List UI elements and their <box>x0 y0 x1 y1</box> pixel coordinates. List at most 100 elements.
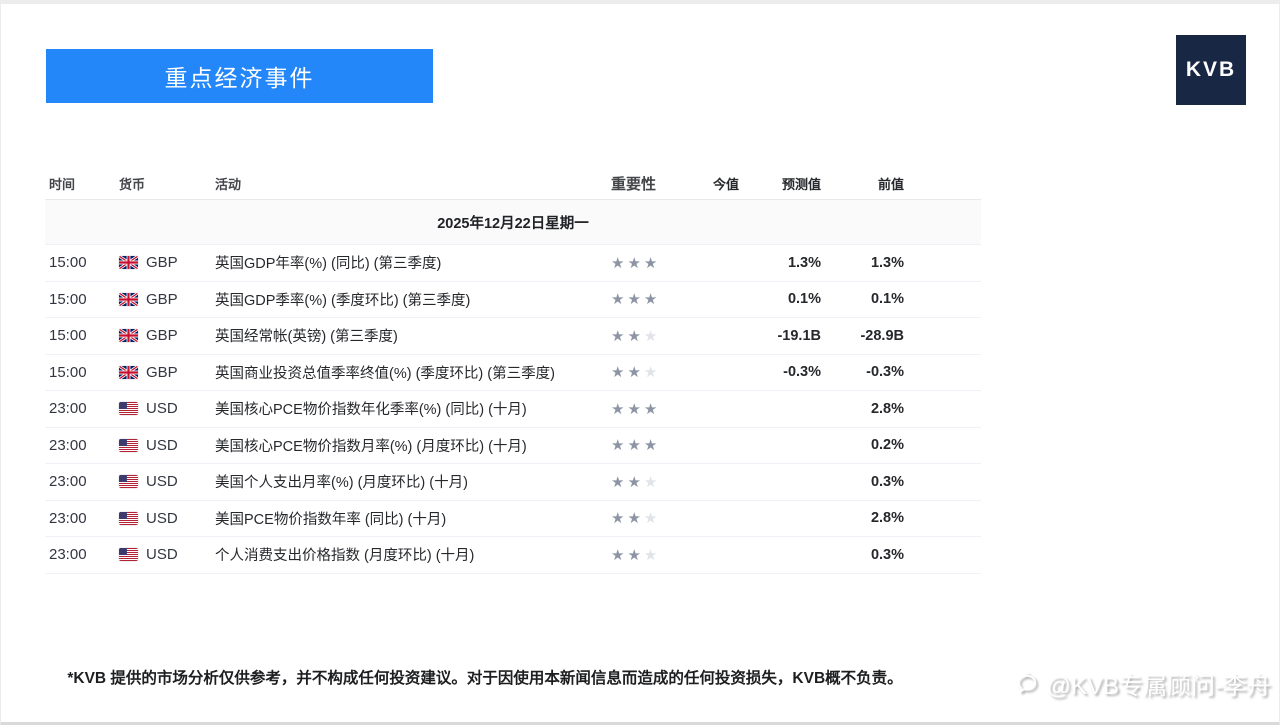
importance-stars: ★★★ <box>603 363 669 381</box>
event-activity: 美国PCE物价指数年率 (同比) (十月) <box>215 511 447 528</box>
star-filled-icon: ★ <box>627 254 644 272</box>
star-empty-icon: ★ <box>643 327 661 345</box>
event-currency: GBP <box>115 291 211 308</box>
currency-code: GBP <box>146 363 178 381</box>
importance-stars: ★★★ <box>603 509 669 527</box>
us-flag-icon <box>119 475 138 489</box>
uk-flag-icon <box>119 256 138 270</box>
star-filled-icon: ★ <box>611 473 628 491</box>
table-header-row: 时间 货币 活动 重要性 今值 预测值 前值 <box>45 168 981 200</box>
event-currency: USD <box>115 510 211 527</box>
currency-code: USD <box>146 473 178 491</box>
currency-code: GBP <box>146 254 178 272</box>
importance-stars: ★★★ <box>603 290 669 308</box>
table-row: 15:00 GBP 英国商业投资总值季率终值(%) (季度环比) (第三季度) ★★★… <box>45 355 981 391</box>
header-activity: 活动 <box>215 177 242 192</box>
event-currency: USD <box>115 546 211 563</box>
importance-stars: ★★★ <box>603 473 669 491</box>
watermark-app-icon <box>1014 671 1040 697</box>
us-flag-icon <box>119 548 138 562</box>
currency-code: USD <box>146 436 178 454</box>
star-filled-icon: ★ <box>611 254 628 272</box>
table-row: 15:00 GBP 英国GDP季率(%) (季度环比) (第三季度) ★★★ 0.1% 0… <box>45 282 981 318</box>
star-filled-icon: ★ <box>611 400 628 418</box>
header-actual: 今值 <box>712 177 739 192</box>
header-forecast: 预测值 <box>781 177 821 192</box>
watermark-text: @KVB专属顾问-李舟 <box>1046 673 1271 700</box>
table-row: 23:00 USD 美国核心PCE物价指数月率(%) (月度环比) (十月) ★★★ 0… <box>45 428 981 464</box>
currency-code: GBP <box>146 290 178 308</box>
event-currency: USD <box>115 437 211 454</box>
header-importance: 重要性 <box>611 176 657 193</box>
star-filled-icon: ★ <box>643 291 661 309</box>
table-body: 15:00 GBP 英国GDP年率(%) (同比) (第三季度) ★★★ 1.3% 1.3… <box>45 245 981 574</box>
star-filled-icon: ★ <box>643 254 661 272</box>
event-previous-value: 0.3% <box>870 473 904 490</box>
event-currency: USD <box>115 400 211 417</box>
star-filled-icon: ★ <box>611 291 628 309</box>
currency-code: GBP <box>146 327 178 345</box>
star-filled-icon: ★ <box>611 364 628 382</box>
event-previous-value: 2.8% <box>870 400 904 417</box>
event-currency: USD <box>115 473 211 490</box>
importance-stars: ★★★ <box>603 327 669 345</box>
event-previous-value: 0.2% <box>870 437 904 454</box>
star-filled-icon: ★ <box>627 364 644 382</box>
table-row: 23:00 USD 美国核心PCE物价指数年化季率(%) (同比) (十月) ★★★ 2… <box>45 391 981 428</box>
event-activity: 个人消费支出价格指数 (月度环比) (十月) <box>215 548 475 565</box>
star-filled-icon: ★ <box>643 437 661 455</box>
event-previous-value: 2.8% <box>870 510 904 527</box>
star-filled-icon: ★ <box>627 546 644 564</box>
star-empty-icon: ★ <box>643 364 661 382</box>
event-previous-value: -28.9B <box>860 327 904 344</box>
event-previous-value: 0.1% <box>870 291 904 308</box>
currency-code: USD <box>146 509 178 527</box>
star-filled-icon: ★ <box>643 400 661 418</box>
watermark: @KVB专属顾问-李舟 <box>1014 666 1271 701</box>
star-filled-icon: ★ <box>627 291 644 309</box>
event-time: 23:00 <box>49 509 87 527</box>
table-row: 23:00 USD 美国PCE物价指数年率 (同比) (十月) ★★★ 2.8% <box>45 501 981 537</box>
event-activity: 英国经常帐(英镑) (第三季度) <box>215 329 398 346</box>
star-empty-icon: ★ <box>643 473 661 491</box>
event-currency: GBP <box>115 364 211 381</box>
event-activity: 英国GDP季率(%) (季度环比) (第三季度) <box>215 292 471 309</box>
us-flag-icon <box>119 511 138 525</box>
event-forecast-value: 0.1% <box>787 291 821 308</box>
event-activity: 英国商业投资总值季率终值(%) (季度环比) (第三季度) <box>215 365 555 382</box>
event-time: 15:00 <box>49 363 87 381</box>
uk-flag-icon <box>119 292 138 306</box>
event-previous-value: 0.3% <box>870 546 904 563</box>
importance-stars: ★★★ <box>603 400 669 418</box>
event-activity: 英国GDP年率(%) (同比) (第三季度) <box>215 256 442 273</box>
event-activity: 美国核心PCE物价指数月率(%) (月度环比) (十月) <box>215 438 527 455</box>
event-activity: 美国个人支出月率(%) (月度环比) (十月) <box>215 475 468 492</box>
event-forecast-value: -0.3% <box>783 364 821 381</box>
kvb-logo: KVB <box>1176 35 1246 105</box>
header-time: 时间 <box>49 177 76 192</box>
us-flag-icon <box>119 438 138 452</box>
star-filled-icon: ★ <box>611 546 628 564</box>
event-time: 23:00 <box>49 400 87 418</box>
event-time: 15:00 <box>49 327 87 345</box>
table-row: 15:00 GBP 英国经常帐(英镑) (第三季度) ★★★ -19.1B -28.9B <box>45 318 981 355</box>
star-filled-icon: ★ <box>611 327 628 345</box>
currency-code: USD <box>146 400 178 418</box>
star-filled-icon: ★ <box>611 437 628 455</box>
event-time: 15:00 <box>49 290 87 308</box>
table-row: 15:00 GBP 英国GDP年率(%) (同比) (第三季度) ★★★ 1.3% 1.3… <box>45 245 981 282</box>
star-empty-icon: ★ <box>643 546 661 564</box>
header-currency: 货币 <box>119 177 146 192</box>
star-filled-icon: ★ <box>627 327 644 345</box>
date-group-row: 2025年12月22日星期一 <box>45 200 981 245</box>
star-empty-icon: ★ <box>643 510 661 528</box>
event-previous-value: -0.3% <box>866 364 904 381</box>
event-time: 23:00 <box>49 473 87 491</box>
disclaimer-text: *KVB 提供的市场分析仅供参考，并不构成任何投资建议。对于因使用本新闻信息而造… <box>67 670 903 687</box>
importance-stars: ★★★ <box>603 436 669 454</box>
event-time: 23:00 <box>49 546 87 564</box>
uk-flag-icon <box>119 329 138 343</box>
currency-code: USD <box>146 546 178 564</box>
table-row: 23:00 USD 个人消费支出价格指数 (月度环比) (十月) ★★★ 0.3% <box>45 537 981 574</box>
star-filled-icon: ★ <box>627 400 644 418</box>
